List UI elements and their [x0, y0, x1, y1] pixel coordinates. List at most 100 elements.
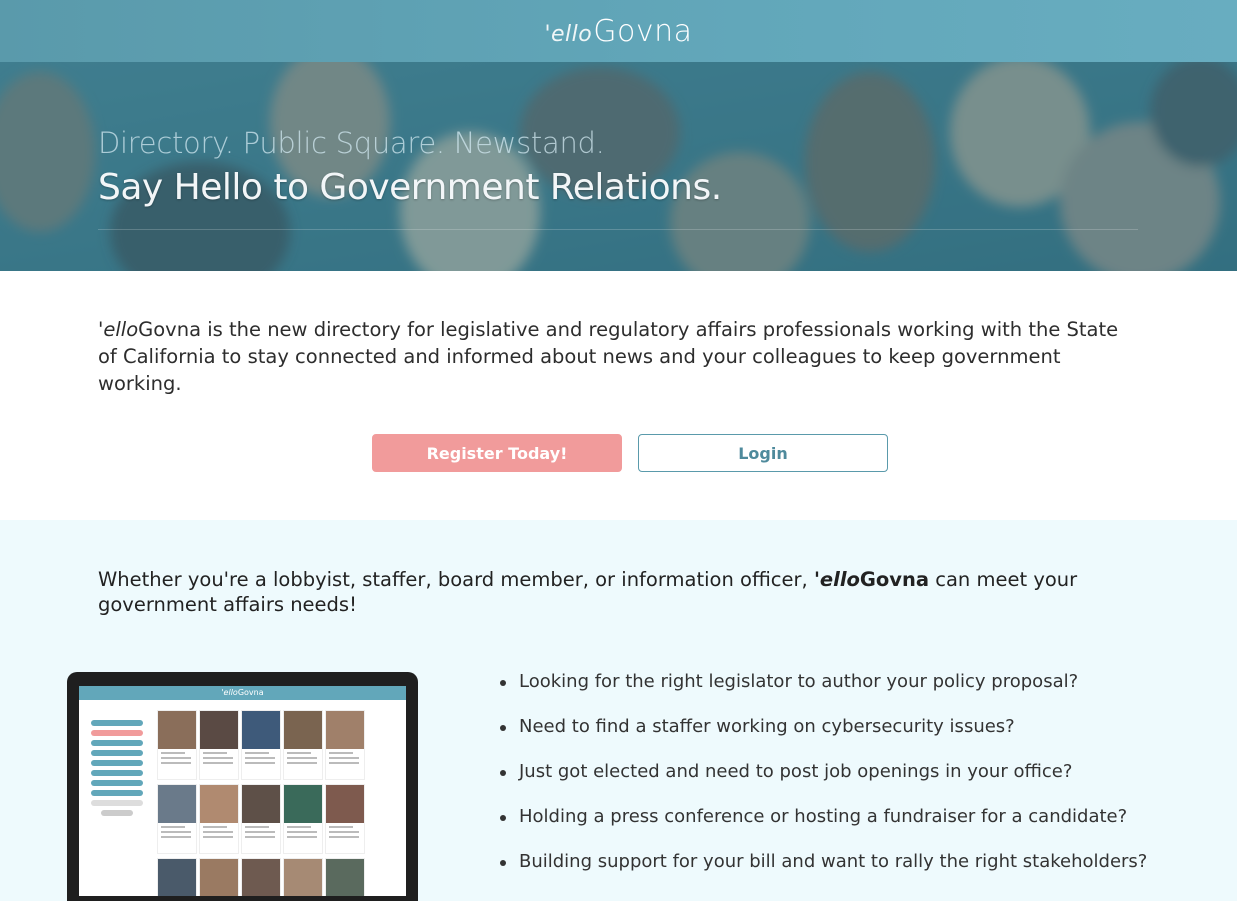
- mockup-text-line: [203, 836, 233, 838]
- feature-item: Just got elected and need to post job op…: [497, 760, 1147, 805]
- mockup-profile-card: [283, 858, 323, 896]
- hero-divider: [98, 229, 1138, 230]
- mockup-profile-photo: [158, 711, 196, 749]
- mockup-text-line: [161, 757, 191, 759]
- mockup-profile-card: [325, 710, 365, 780]
- mockup-profile-card: [241, 710, 281, 780]
- laptop-mockup-image: 'elloGovna: [67, 672, 418, 901]
- mockup-text-line: [203, 757, 233, 759]
- mockup-profile-photo: [158, 785, 196, 823]
- mockup-profile-card: [199, 858, 239, 896]
- mockup-profile-photo: [200, 785, 238, 823]
- mockup-profile-photo: [326, 859, 364, 896]
- feature-item: Looking for the right legislator to auth…: [497, 670, 1147, 715]
- site-logo[interactable]: 'elloGovna: [544, 14, 692, 49]
- mockup-profile-card: [199, 710, 239, 780]
- mockup-text-line: [203, 752, 227, 754]
- mockup-profile-card: [325, 784, 365, 854]
- mockup-text-line: [329, 752, 353, 754]
- mockup-text-line: [329, 836, 359, 838]
- mockup-text-line: [287, 757, 317, 759]
- mockup-profile-photo: [200, 711, 238, 749]
- mockup-header: 'elloGovna: [79, 686, 406, 700]
- hero-title: Say Hello to Government Relations.: [98, 167, 722, 208]
- hero-banner: Directory. Public Square. Newstand. Say …: [0, 62, 1237, 271]
- mockup-profile-photo: [158, 859, 196, 896]
- mockup-text-line: [161, 836, 191, 838]
- mockup-search: [87, 708, 147, 716]
- features-section: Whether you're a lobbyist, staffer, boar…: [0, 520, 1237, 901]
- mockup-text-line: [203, 762, 233, 764]
- mockup-profile-card: [241, 858, 281, 896]
- mockup-text-line: [203, 826, 227, 828]
- top-header: 'elloGovna: [0, 0, 1237, 62]
- mockup-text-line: [287, 762, 317, 764]
- features-heading: Whether you're a lobbyist, staffer, boar…: [98, 567, 1138, 617]
- mockup-profile-photo: [326, 785, 364, 823]
- mockup-profile-photo: [242, 785, 280, 823]
- register-button[interactable]: Register Today!: [372, 434, 622, 472]
- intro-paragraph: 'elloGovna is the new directory for legi…: [98, 316, 1138, 397]
- mockup-text-line: [161, 826, 185, 828]
- mockup-profile-card: [157, 784, 197, 854]
- logo-prefix: 'ello: [544, 21, 593, 47]
- mockup-text-line: [245, 752, 269, 754]
- mockup-text-line: [329, 826, 353, 828]
- mockup-profile-photo: [242, 711, 280, 749]
- mockup-profile-card: [241, 784, 281, 854]
- mockup-text-line: [245, 836, 275, 838]
- mockup-pill: [91, 750, 143, 756]
- mockup-profile-card: [199, 784, 239, 854]
- features-list: Looking for the right legislator to auth…: [497, 670, 1147, 895]
- mockup-profile-photo: [242, 859, 280, 896]
- laptop-screen: 'elloGovna: [79, 686, 406, 896]
- mockup-text-line: [245, 762, 275, 764]
- feature-item: Need to find a staffer working on cybers…: [497, 715, 1147, 760]
- mockup-text-line: [161, 762, 191, 764]
- mockup-profile-photo: [284, 785, 322, 823]
- mockup-profile-photo: [284, 859, 322, 896]
- mockup-text-line: [245, 757, 275, 759]
- intro-brand-prefix: 'ello: [98, 318, 139, 341]
- mockup-text-line: [287, 836, 317, 838]
- mockup-text-line: [161, 831, 191, 833]
- mockup-profile-photo: [200, 859, 238, 896]
- mockup-logo-main: Govna: [237, 688, 264, 697]
- mockup-profile-card: [325, 858, 365, 896]
- mockup-profile-photo: [284, 711, 322, 749]
- mockup-profile-card: [283, 784, 323, 854]
- login-button[interactable]: Login: [638, 434, 888, 472]
- mockup-pill: [91, 770, 143, 776]
- mockup-pill: [91, 760, 143, 766]
- mockup-text-line: [287, 752, 311, 754]
- hero-subtitle: Directory. Public Square. Newstand.: [98, 126, 605, 160]
- mockup-profile-card: [157, 710, 197, 780]
- intro-text: is the new directory for legislative and…: [98, 318, 1119, 395]
- features-brand: 'elloGovna: [814, 568, 929, 591]
- feature-item: Holding a press conference or hosting a …: [497, 805, 1147, 850]
- mockup-text-line: [161, 752, 185, 754]
- mockup-text-line: [287, 831, 317, 833]
- mockup-pill: [91, 740, 143, 746]
- intro-brand-main: Govna: [138, 318, 202, 341]
- features-brand-prefix: 'ello: [813, 568, 860, 591]
- mockup-text-line: [287, 826, 311, 828]
- mockup-text-line: [245, 831, 275, 833]
- mockup-text-line: [203, 831, 233, 833]
- mockup-pill: [91, 790, 143, 796]
- mockup-text-line: [329, 757, 359, 759]
- mockup-profile-photo: [326, 711, 364, 749]
- mockup-text-line: [329, 762, 359, 764]
- mockup-profile-card: [283, 710, 323, 780]
- mockup-profile-card: [157, 858, 197, 896]
- mockup-text-line: [329, 831, 359, 833]
- mockup-text-line: [245, 826, 269, 828]
- mockup-logo-prefix: 'ello: [221, 688, 238, 697]
- mockup-pill: [91, 800, 143, 806]
- mockup-pill: [91, 730, 143, 736]
- features-brand-main: Govna: [859, 568, 930, 591]
- mockup-pill: [91, 720, 143, 726]
- mockup-sidebar: [87, 708, 147, 820]
- features-heading-start: Whether you're a lobbyist, staffer, boar…: [98, 568, 814, 591]
- mockup-pill: [91, 780, 143, 786]
